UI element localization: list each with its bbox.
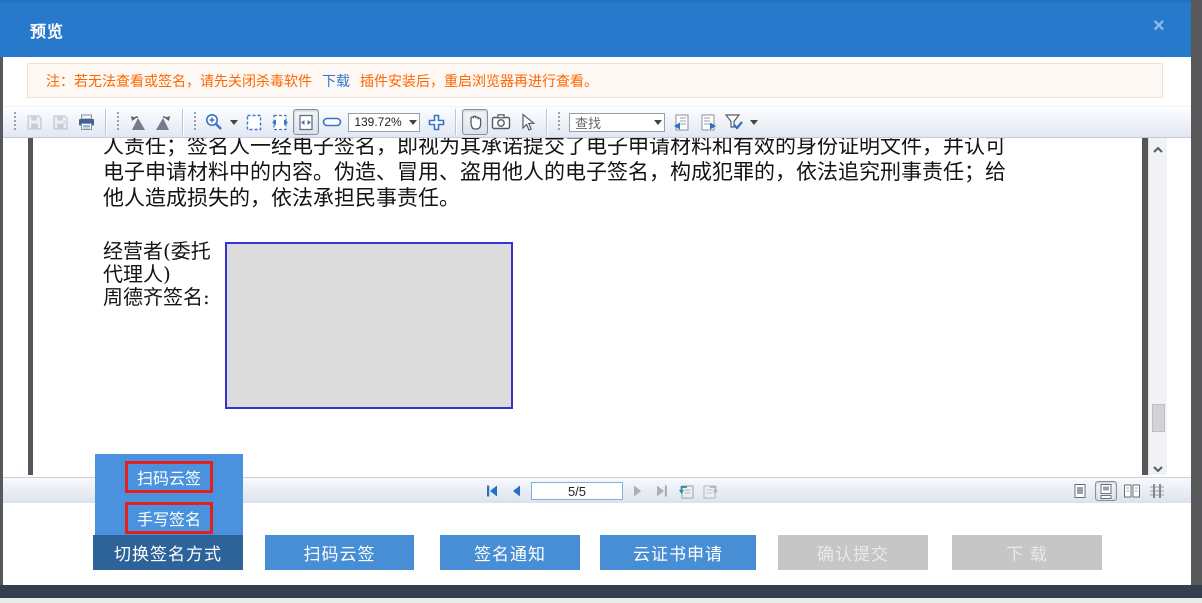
confirm-submit-button[interactable]: 确认提交 xyxy=(778,535,928,570)
zoom-in-icon xyxy=(427,113,446,132)
dialog-titlebar xyxy=(0,0,1191,57)
toolbar-separator xyxy=(455,109,456,135)
page-backdrop-bottom xyxy=(0,585,1202,598)
find-next-button[interactable] xyxy=(695,109,721,135)
fit-width-button[interactable] xyxy=(267,109,293,135)
highlight-funnel-icon xyxy=(724,113,744,132)
print-icon xyxy=(77,114,96,131)
find-previous-icon xyxy=(673,113,691,132)
close-icon[interactable]: × xyxy=(1153,15,1165,38)
document-page: 人责任；签名人一经电子签名，即视为其承诺提交了电子申请材料和有效的身份证明文件，… xyxy=(33,138,1142,475)
highlight-select-caret-icon[interactable] xyxy=(750,120,758,125)
dialog-title: 预览 xyxy=(30,18,64,42)
page-backdrop-left xyxy=(0,57,3,585)
toolbar-separator xyxy=(546,109,547,135)
plugin-download-link[interactable]: 下载 xyxy=(322,71,350,91)
single-page-view-button[interactable] xyxy=(1069,481,1091,501)
document-line: 人责任；签名人一经电子签名，即视为其承诺提交了电子申请材料和有效的身份证明文件，… xyxy=(103,138,1093,159)
popup-item-handwritten-sign[interactable]: 手写签名 xyxy=(125,502,213,534)
toolbar-grip xyxy=(13,112,17,132)
switch-signature-method-button[interactable]: 切换签名方式 xyxy=(93,535,243,570)
toolbar-separator xyxy=(105,109,106,135)
page-backdrop-bottom-light xyxy=(0,598,1202,603)
page-number-input[interactable] xyxy=(531,482,623,500)
fit-visible-button[interactable] xyxy=(293,109,319,135)
first-page-button[interactable] xyxy=(483,483,501,499)
fit-page-icon xyxy=(245,113,263,132)
document-line: 电子申请材料中的内容。伪造、冒用、盗用他人的电子签名，构成犯罪的，依法追究刑事责… xyxy=(103,159,1093,185)
save-as-icon xyxy=(52,114,69,131)
find-previous-button[interactable] xyxy=(669,109,695,135)
page-layout-buttons xyxy=(1069,481,1169,501)
continuous-view-button[interactable] xyxy=(1095,481,1117,501)
rotate-right-button[interactable] xyxy=(150,109,176,135)
toolbar-grip xyxy=(116,112,120,132)
fit-page-button[interactable] xyxy=(241,109,267,135)
zoom-tool-button[interactable] xyxy=(201,109,227,135)
zoom-out-icon xyxy=(322,116,342,128)
find-caret-icon[interactable] xyxy=(654,120,662,125)
rotate-left-icon xyxy=(127,113,148,132)
zoom-magnifier-icon xyxy=(204,112,224,132)
next-view-button[interactable] xyxy=(701,483,719,499)
continuous-facing-view-button[interactable] xyxy=(1147,481,1169,501)
find-combobox[interactable]: 查找 xyxy=(569,113,665,132)
antivirus-notice-bar: 注：若无法查看或签名，请先关闭杀毒软件 下载 插件安装后，重启浏览器再进行查看。 xyxy=(27,63,1163,98)
preview-dialog: 预览 × 注：若无法查看或签名，请先关闭杀毒软件 下载 插件安装后，重启浏览器再… xyxy=(0,0,1202,603)
toolbar-grip xyxy=(557,112,561,132)
zoom-tool-caret-icon[interactable] xyxy=(230,120,238,125)
toolbar-separator xyxy=(182,109,183,135)
print-button[interactable] xyxy=(73,109,99,135)
signature-box[interactable] xyxy=(225,242,513,409)
select-tool-button[interactable] xyxy=(514,109,540,135)
signature-method-popup: 扫码云签 手写签名 xyxy=(95,454,243,535)
document-paragraph: 人责任；签名人一经电子签名，即视为其承诺提交了电子申请材料和有效的身份证明文件，… xyxy=(103,138,1093,211)
rotate-right-icon xyxy=(153,113,174,132)
document-line: 他人造成损失的，依法承担民事责任。 xyxy=(103,185,1093,211)
snapshot-button[interactable] xyxy=(488,109,514,135)
page-navigation xyxy=(483,478,719,504)
pdf-toolbar: 139.72% 查找 xyxy=(3,106,1191,138)
rotate-left-button[interactable] xyxy=(124,109,150,135)
next-page-button[interactable] xyxy=(629,483,647,499)
scroll-down-icon[interactable] xyxy=(1151,461,1165,471)
zoom-level-value: 139.72% xyxy=(349,115,407,129)
facing-view-button[interactable] xyxy=(1121,481,1143,501)
cloud-certificate-apply-button[interactable]: 云证书申请 xyxy=(600,535,756,570)
save-icon xyxy=(26,114,43,131)
find-next-icon xyxy=(699,113,717,132)
last-page-button[interactable] xyxy=(653,483,671,499)
hand-tool-icon xyxy=(466,113,485,132)
toolbar-grip xyxy=(193,112,197,132)
select-cursor-icon xyxy=(518,113,537,132)
fit-width-icon xyxy=(271,113,289,132)
zoom-out-button[interactable] xyxy=(319,109,345,135)
snapshot-camera-icon xyxy=(491,113,511,131)
zoom-level-caret-icon[interactable] xyxy=(409,120,417,125)
previous-view-button[interactable] xyxy=(677,483,695,499)
find-placeholder: 查找 xyxy=(570,113,652,132)
notice-text-suffix: 插件安装后，重启浏览器再进行查看。 xyxy=(360,71,598,91)
scroll-up-icon[interactable] xyxy=(1151,142,1165,152)
vertical-scrollbar[interactable] xyxy=(1148,138,1167,475)
notice-text: 注：若无法查看或签名，请先关闭杀毒软件 xyxy=(46,71,312,91)
hand-tool-button[interactable] xyxy=(462,109,488,135)
zoom-level-combobox[interactable]: 139.72% xyxy=(348,113,420,132)
page-backdrop-right xyxy=(1191,0,1202,585)
highlight-select-button[interactable] xyxy=(721,109,747,135)
save-as-button[interactable] xyxy=(47,109,73,135)
popup-item-scan-cloud-sign[interactable]: 扫码云签 xyxy=(125,461,213,493)
zoom-in-button[interactable] xyxy=(423,109,449,135)
save-button[interactable] xyxy=(21,109,47,135)
signature-field-label: 经营者(委托 代理人) 周德齐签名: xyxy=(103,240,211,309)
scan-cloud-sign-button[interactable]: 扫码云签 xyxy=(265,535,414,570)
fit-visible-icon xyxy=(297,113,315,132)
scrollbar-thumb[interactable] xyxy=(1152,404,1165,432)
download-button[interactable]: 下 载 xyxy=(952,535,1102,570)
signature-notify-button[interactable]: 签名通知 xyxy=(440,535,580,570)
previous-page-button[interactable] xyxy=(507,483,525,499)
